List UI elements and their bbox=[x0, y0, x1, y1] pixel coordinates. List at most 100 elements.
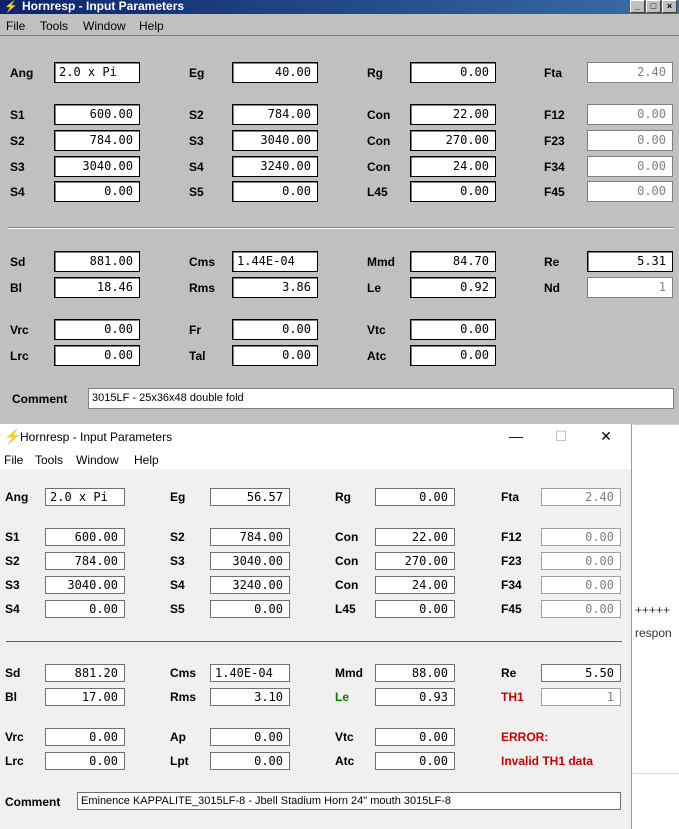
re-field[interactable]: 5.50 bbox=[541, 664, 621, 682]
s2-field[interactable]: 784.00 bbox=[210, 528, 290, 546]
mmd-field[interactable]: 88.00 bbox=[375, 664, 455, 682]
menu-help[interactable]: Help bbox=[134, 452, 159, 468]
s3-label: S3 bbox=[189, 134, 204, 148]
re-field[interactable]: 5.31 bbox=[587, 251, 673, 272]
th1-field[interactable]: 1 bbox=[541, 688, 621, 706]
s4-field[interactable]: 3240.00 bbox=[232, 156, 318, 177]
l45-field[interactable]: 0.00 bbox=[410, 181, 496, 202]
comment-label: Comment bbox=[12, 392, 68, 406]
close-button[interactable]: × bbox=[662, 0, 677, 13]
con3-field[interactable]: 24.00 bbox=[410, 156, 496, 177]
fta-field[interactable]: 2.40 bbox=[587, 62, 673, 83]
sd-field[interactable]: 881.00 bbox=[54, 251, 140, 272]
eg-field[interactable]: 40.00 bbox=[232, 62, 318, 83]
rg-field[interactable]: 0.00 bbox=[410, 62, 496, 83]
menu-help[interactable]: Help bbox=[139, 18, 164, 34]
vtc-field[interactable]: 0.00 bbox=[375, 728, 455, 746]
s1-field[interactable]: 600.00 bbox=[45, 528, 125, 546]
menu-tools[interactable]: Tools bbox=[40, 18, 68, 34]
con2-label: Con bbox=[335, 554, 359, 568]
menu-window[interactable]: Window bbox=[76, 452, 119, 468]
eg-field[interactable]: 56.57 bbox=[210, 488, 290, 506]
title-bar[interactable]: ⚡ Hornresp - Input Parameters _ □ × bbox=[0, 0, 679, 14]
f45-field[interactable]: 0.00 bbox=[587, 181, 673, 202]
s3-field[interactable]: 3040.00 bbox=[232, 130, 318, 151]
f34-field[interactable]: 0.00 bbox=[541, 576, 621, 594]
f12-field[interactable]: 0.00 bbox=[541, 528, 621, 546]
le-field[interactable]: 0.92 bbox=[410, 277, 496, 298]
lightning-icon: ⚡ bbox=[4, 1, 18, 13]
con2-field[interactable]: 270.00 bbox=[410, 130, 496, 151]
f12-field[interactable]: 0.00 bbox=[587, 104, 673, 125]
l45-label: L45 bbox=[367, 185, 388, 199]
s5-field[interactable]: 0.00 bbox=[232, 181, 318, 202]
s3b-field[interactable]: 3040.00 bbox=[45, 576, 125, 594]
atc-field[interactable]: 0.00 bbox=[375, 752, 455, 770]
vrc-field[interactable]: 0.00 bbox=[45, 728, 125, 746]
s2-field[interactable]: 784.00 bbox=[232, 104, 318, 125]
s4b-field[interactable]: 0.00 bbox=[54, 181, 140, 202]
s2b-field[interactable]: 784.00 bbox=[54, 130, 140, 151]
maximize-button[interactable]: ☐ bbox=[547, 426, 575, 448]
rms-field[interactable]: 3.86 bbox=[232, 277, 318, 298]
ang-field[interactable]: 2.0 x Pi bbox=[45, 488, 125, 506]
close-button[interactable]: ✕ bbox=[592, 426, 620, 448]
minimize-button[interactable]: — bbox=[502, 426, 530, 448]
con1-label: Con bbox=[367, 108, 391, 122]
atc-field[interactable]: 0.00 bbox=[410, 345, 496, 366]
maximize-button[interactable]: □ bbox=[646, 0, 661, 13]
s2-label: S2 bbox=[170, 530, 185, 544]
ang-field[interactable]: 2.0 x Pi bbox=[54, 62, 140, 83]
bl-field[interactable]: 17.00 bbox=[45, 688, 125, 706]
menu-tools[interactable]: Tools bbox=[35, 452, 63, 468]
lrc-field[interactable]: 0.00 bbox=[54, 345, 140, 366]
mmd-field[interactable]: 84.70 bbox=[410, 251, 496, 272]
s3b-field[interactable]: 3040.00 bbox=[54, 156, 140, 177]
separator bbox=[6, 641, 622, 642]
s4-field[interactable]: 3240.00 bbox=[210, 576, 290, 594]
s5-field[interactable]: 0.00 bbox=[210, 600, 290, 618]
fr-field[interactable]: 0.00 bbox=[232, 319, 318, 340]
s1-label: S1 bbox=[10, 108, 25, 122]
sd-field[interactable]: 881.20 bbox=[45, 664, 125, 682]
f23-field[interactable]: 0.00 bbox=[541, 552, 621, 570]
con3-field[interactable]: 24.00 bbox=[375, 576, 455, 594]
vrc-field[interactable]: 0.00 bbox=[54, 319, 140, 340]
minimize-button[interactable]: _ bbox=[630, 0, 645, 13]
nd-field[interactable]: 1 bbox=[587, 277, 673, 298]
f34-field[interactable]: 0.00 bbox=[587, 156, 673, 177]
tal-field[interactable]: 0.00 bbox=[232, 345, 318, 366]
s4-label: S4 bbox=[189, 160, 204, 174]
con2-field[interactable]: 270.00 bbox=[375, 552, 455, 570]
s3-field[interactable]: 3040.00 bbox=[210, 552, 290, 570]
le-field[interactable]: 0.93 bbox=[375, 688, 455, 706]
lrc-field[interactable]: 0.00 bbox=[45, 752, 125, 770]
con1-field[interactable]: 22.00 bbox=[375, 528, 455, 546]
s2b-field[interactable]: 784.00 bbox=[45, 552, 125, 570]
s1-field[interactable]: 600.00 bbox=[54, 104, 140, 125]
fr-label: Fr bbox=[189, 323, 201, 337]
vtc-field[interactable]: 0.00 bbox=[410, 319, 496, 340]
hornresp-window-classic: ⚡ Hornresp - Input Parameters _ □ × File… bbox=[0, 0, 679, 424]
s4b-field[interactable]: 0.00 bbox=[45, 600, 125, 618]
fta-field[interactable]: 2.40 bbox=[541, 488, 621, 506]
con1-field[interactable]: 22.00 bbox=[410, 104, 496, 125]
bl-field[interactable]: 18.46 bbox=[54, 277, 140, 298]
title-bar[interactable]: ⚡ Hornresp - Input Parameters — ☐ ✕ bbox=[0, 424, 631, 450]
menu-file[interactable]: File bbox=[6, 18, 25, 34]
menu-window[interactable]: Window bbox=[83, 18, 126, 34]
menu-file[interactable]: File bbox=[4, 452, 23, 468]
comment-field[interactable]: 3015LF - 25x36x48 double fold bbox=[88, 388, 674, 409]
f23-field[interactable]: 0.00 bbox=[587, 130, 673, 151]
ang-label: Ang bbox=[5, 490, 29, 504]
comment-field[interactable]: Eminence KAPPALITE_3015LF-8 - Jbell Stad… bbox=[77, 792, 621, 810]
lpt-field[interactable]: 0.00 bbox=[210, 752, 290, 770]
cms-field[interactable]: 1.40E-04 bbox=[210, 664, 290, 682]
rms-field[interactable]: 3.10 bbox=[210, 688, 290, 706]
ap-label: Ap bbox=[170, 730, 186, 744]
f45-field[interactable]: 0.00 bbox=[541, 600, 621, 618]
ap-field[interactable]: 0.00 bbox=[210, 728, 290, 746]
rg-field[interactable]: 0.00 bbox=[375, 488, 455, 506]
l45-field[interactable]: 0.00 bbox=[375, 600, 455, 618]
cms-field[interactable]: 1.44E-04 bbox=[232, 251, 318, 272]
